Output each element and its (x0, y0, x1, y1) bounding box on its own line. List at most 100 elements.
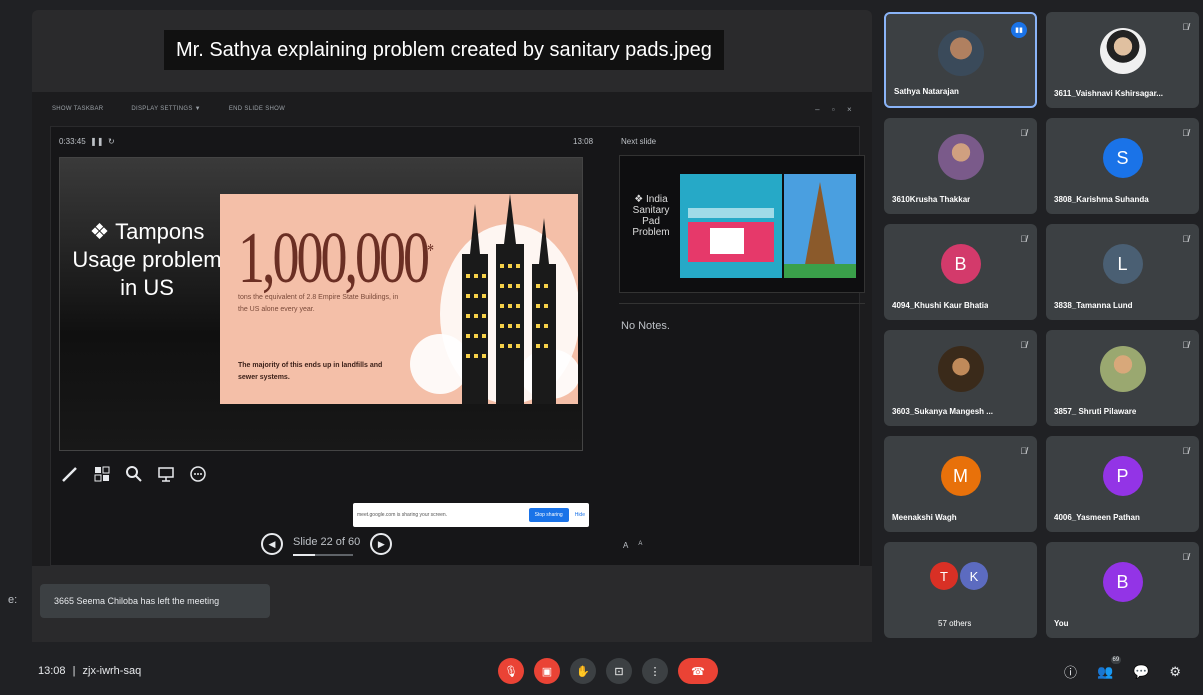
participant-tile[interactable]: 🎙̸ 3603_Sukanya Mangesh ... (884, 330, 1037, 426)
participant-name: 3610Krusha Thakkar (892, 195, 971, 204)
show-taskbar-button[interactable]: SHOW TASKBAR (52, 106, 103, 112)
skyscrapers-illustration (410, 194, 578, 404)
current-slide: ❖ Tampons Usage problem in US 1,000,000*… (59, 157, 583, 451)
mic-off-icon[interactable]: 🎙 (498, 658, 524, 684)
screen-icon[interactable] (157, 465, 175, 483)
slide-infographic: 1,000,000* tons the equivalent of 2.8 Em… (220, 194, 578, 404)
chat-icon[interactable]: 💬 (1133, 664, 1149, 680)
next-slide-preview: ❖ India Sanitary Pad Problem (619, 155, 865, 293)
meeting-control-bar: 13:08 | zjx-iwrh-saq 🎙 ▣ ✋ ⊡ ⋮ ☎ ⓘ 👥 69 💬… (0, 648, 1203, 695)
mic-off-icon: 🎙̸ (1020, 446, 1027, 456)
present-icon[interactable]: ⊡ (606, 658, 632, 684)
mic-off-icon: 🎙̸ (1020, 128, 1027, 138)
window-controls: – ▫ × (815, 105, 852, 114)
mic-off-icon: 🎙̸ (1182, 234, 1189, 244)
share-notice: meet.google.com is sharing your screen. (357, 512, 448, 518)
more-options-icon[interactable] (189, 465, 207, 483)
participant-photo (937, 30, 984, 76)
presenter-clock: 13:08 (573, 137, 594, 146)
activities-icon[interactable]: ⚙ (1169, 664, 1181, 680)
screen-caption: Mr. Sathya explaining problem created by… (164, 30, 724, 70)
speaker-notes: No Notes. (619, 303, 865, 551)
participant-tile[interactable]: 🎙̸ S 3808_Karishma Suhanda (1046, 118, 1199, 214)
mic-off-icon: 🎙̸ (1182, 446, 1189, 456)
participant-name: Meenakshi Wagh (892, 513, 957, 522)
previous-slide-button[interactable]: ◀ (261, 533, 283, 555)
participant-photo (1099, 28, 1146, 74)
participant-tile[interactable]: 🎙̸ L 3838_Tamanna Lund (1046, 224, 1199, 320)
next-slide-button[interactable]: ▶ (370, 533, 393, 555)
decrease-font-button[interactable]: A (638, 541, 642, 550)
speaking-icon: ▮▮ (1011, 22, 1027, 38)
minimize-icon[interactable]: – (815, 105, 820, 114)
participant-name: 3611_Vaishnavi Kshirsagar... (1054, 89, 1163, 98)
participant-name: 3838_Tamanna Lund (1054, 301, 1133, 310)
participant-tile[interactable]: 🎙̸ M Meenakshi Wagh (884, 436, 1037, 532)
hide-share-bar-button[interactable]: Hide (575, 512, 585, 518)
side-controls: ⓘ 👥 69 💬 ⚙ (1064, 655, 1181, 681)
end-slide-show-button[interactable]: END SLIDE SHOW (229, 106, 285, 112)
participant-name: 4094_Khushi Kaur Bhatia (892, 301, 989, 310)
participant-tile[interactable]: 🎙̸ 3610Krusha Thakkar (884, 118, 1037, 214)
display-settings-button[interactable]: DISPLAY SETTINGS ▼ (131, 106, 200, 112)
maximize-icon[interactable]: ▫ (832, 105, 835, 114)
mic-off-icon: 🎙̸ (1182, 552, 1189, 562)
participant-tile[interactable]: 🎙̸ 3857_ Shruti Pilaware (1046, 330, 1199, 426)
participant-name: 3603_Sukanya Mangesh ... (892, 407, 993, 416)
participant-tile[interactable]: 🎙̸ P 4006_Yasmeen Pathan (1046, 436, 1199, 532)
next-slide-heading: ❖ India Sanitary Pad Problem (632, 194, 670, 238)
slides-grid-icon[interactable] (93, 465, 111, 483)
participant-name: You (1054, 619, 1069, 628)
participant-photo (937, 134, 984, 180)
participant-avatar: B (940, 244, 981, 284)
camera-off-icon[interactable]: ▣ (534, 658, 560, 684)
participant-photo (937, 346, 984, 392)
participant-tile[interactable]: 🎙̸ 3611_Vaishnavi Kshirsagar... (1046, 12, 1199, 108)
participant-tile[interactable]: 🎙̸ B 4094_Khushi Kaur Bhatia (884, 224, 1037, 320)
slide-heading: ❖ Tampons Usage problem in US (72, 219, 222, 300)
slide-subtext: tons the equivalent of 2.8 Empire State … (238, 294, 399, 313)
participant-avatar: L (1102, 244, 1143, 284)
close-icon[interactable]: × (847, 105, 852, 114)
raise-hand-icon[interactable]: ✋ (570, 658, 596, 684)
screen-share-bar: meet.google.com is sharing your screen. … (353, 503, 589, 527)
mic-off-icon: 🎙̸ (1182, 128, 1189, 138)
participant-name: 4006_Yasmeen Pathan (1054, 513, 1140, 522)
zoom-icon[interactable] (125, 465, 143, 483)
participant-avatar: B (1102, 562, 1143, 602)
meeting-time: 13:08 (38, 665, 66, 677)
self-tile[interactable]: 🎙̸ B You (1046, 542, 1199, 638)
increase-font-button[interactable]: A (623, 541, 628, 550)
participant-tile[interactable]: ▮▮ Sathya Natarajan (884, 12, 1037, 108)
end-call-icon[interactable]: ☎ (678, 658, 718, 684)
slide-progress-bar (293, 554, 353, 556)
meeting-toast: 3665 Seema Chiloba has left the meeting (40, 584, 270, 618)
stop-sharing-button[interactable]: Stop sharing (528, 508, 569, 522)
meeting-info: 13:08 | zjx-iwrh-saq (38, 665, 141, 677)
mic-off-icon: 🎙̸ (1020, 340, 1027, 350)
slide-footer-text: The majority of this ends up in landfill… (238, 362, 383, 381)
participant-photo (1099, 346, 1146, 392)
notes-text: No Notes. (621, 320, 670, 332)
participant-name: 3808_Karishma Suhanda (1054, 195, 1149, 204)
meeting-code: zjx-iwrh-saq (82, 665, 142, 677)
pen-icon[interactable] (61, 465, 79, 483)
more-options-icon[interactable]: ⋮ (642, 658, 668, 684)
next-slide-label: Next slide (621, 137, 657, 146)
info-icon[interactable]: ⓘ (1064, 662, 1077, 681)
slide-counter: Slide 22 of 60 (293, 536, 360, 556)
slide-navigation: ◀ Slide 22 of 60 ▶ (261, 533, 393, 556)
mic-off-icon: 🎙̸ (1182, 22, 1189, 32)
presenter-toolbar: SHOW TASKBAR DISPLAY SETTINGS ▼ END SLID… (52, 98, 852, 120)
next-slide-infographic (680, 174, 856, 278)
notes-font-controls: A A (623, 541, 642, 550)
others-tile[interactable]: T K 57 others (884, 542, 1037, 638)
others-avatar-1: T (930, 562, 958, 590)
participant-name: Sathya Natarajan (894, 87, 959, 96)
presenter-tools (61, 465, 207, 483)
people-icon[interactable]: 👥 69 (1097, 655, 1122, 680)
people-count-badge: 69 (1110, 655, 1122, 664)
others-count: 57 others (938, 619, 972, 628)
participant-avatar: M (940, 456, 981, 496)
slide-timer: 0:33:45 ❚❚ ↻ (59, 137, 115, 146)
